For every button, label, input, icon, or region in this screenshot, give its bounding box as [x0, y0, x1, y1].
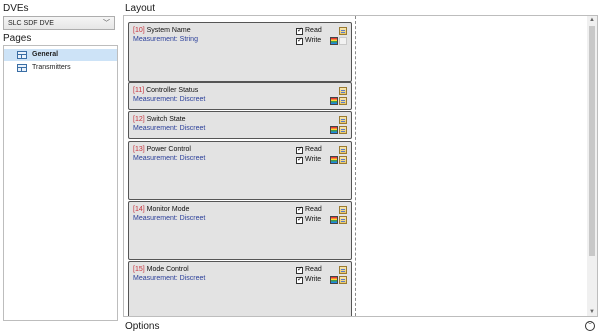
parameter-card[interactable]: [11] Controller Status Measurement: Disc… — [128, 82, 352, 110]
pages-list: General Transmitters — [3, 45, 118, 321]
parameter-id: [14] — [133, 206, 145, 213]
document-icon[interactable] — [339, 276, 347, 284]
document-icon[interactable] — [339, 156, 347, 164]
color-palette-icon[interactable] — [330, 37, 338, 45]
read-checkbox[interactable] — [296, 145, 303, 154]
page-item-label: General — [32, 51, 59, 58]
write-label: Write — [305, 37, 322, 44]
write-checkbox[interactable] — [296, 275, 303, 284]
color-palette-icon[interactable] — [330, 156, 338, 164]
document-icon[interactable] — [339, 116, 347, 124]
chevron-down-icon: ﹀ — [103, 20, 110, 27]
write-checkbox[interactable] — [296, 155, 303, 164]
card-title: [14] Monitor Mode — [133, 206, 189, 213]
scrollbar-thumb[interactable] — [589, 26, 595, 256]
read-checkbox[interactable] — [296, 26, 303, 35]
page-item-transmitters[interactable]: Transmitters — [4, 62, 117, 74]
card-title: [12] Switch State — [133, 116, 186, 123]
parameter-card[interactable]: [14] Monitor Mode Measurement: Discreet … — [128, 201, 352, 260]
document-icon[interactable] — [339, 97, 347, 105]
document-icon[interactable] — [339, 206, 347, 214]
parameter-id: [12] — [133, 116, 145, 123]
card-title: [11] Controller Status — [133, 87, 198, 94]
color-palette-icon[interactable] — [330, 126, 338, 134]
parameter-measurement: Measurement: Discreet — [133, 96, 206, 103]
document-icon[interactable] — [339, 126, 347, 134]
parameter-name: Switch State — [146, 116, 186, 123]
write-label: Write — [305, 276, 322, 283]
page-item-general[interactable]: General — [4, 49, 117, 61]
parameter-name: Monitor Mode — [146, 206, 190, 213]
dve-selector-value: SLC SDF DVE — [8, 20, 54, 27]
card-title: [15] Mode Control — [133, 266, 189, 273]
write-label: Write — [305, 156, 322, 163]
scroll-up-arrow-icon[interactable]: ▲ — [587, 17, 597, 23]
document-icon[interactable] — [339, 87, 347, 95]
parameter-id: [13] — [133, 146, 145, 153]
vertical-scrollbar[interactable]: ▲ ▼ — [587, 16, 597, 316]
parameter-measurement: Measurement: String — [133, 36, 198, 43]
parameter-name: Power Control — [146, 146, 191, 153]
parameter-id: [10] — [133, 27, 145, 34]
read-checkbox[interactable] — [296, 265, 303, 274]
blank-icon — [339, 37, 347, 45]
scroll-down-arrow-icon[interactable]: ▼ — [587, 309, 597, 315]
dve-selector-dropdown[interactable]: SLC SDF DVE ﹀ — [3, 16, 115, 30]
parameter-measurement: Measurement: Discreet — [133, 275, 206, 282]
write-checkbox[interactable] — [296, 215, 303, 224]
page-item-label: Transmitters — [32, 64, 71, 71]
options-bar[interactable]: Options ﹀ — [123, 320, 598, 334]
read-label: Read — [305, 266, 322, 273]
parameter-measurement: Measurement: Discreet — [133, 125, 206, 132]
page-width-divider — [355, 16, 356, 316]
card-title: [13] Power Control — [133, 146, 191, 153]
layout-header: Layout — [125, 3, 156, 14]
write-checkbox[interactable] — [296, 36, 303, 45]
options-label: Options — [125, 321, 160, 332]
parameter-id: [15] — [133, 266, 145, 273]
write-label: Write — [305, 216, 322, 223]
read-label: Read — [305, 146, 322, 153]
parameter-card[interactable]: [12] Switch State Measurement: Discreet — [128, 111, 352, 139]
parameter-card[interactable]: [10] System Name Measurement: String Rea… — [128, 22, 352, 82]
parameter-measurement: Measurement: Discreet — [133, 215, 206, 222]
parameter-card[interactable]: [15] Mode Control Measurement: Discreet … — [128, 261, 352, 316]
document-icon[interactable] — [339, 27, 347, 35]
parameter-name: Controller Status — [146, 87, 199, 94]
read-checkbox[interactable] — [296, 205, 303, 214]
page-table-icon — [17, 64, 27, 72]
color-palette-icon[interactable] — [330, 276, 338, 284]
expand-chevron-icon[interactable]: ﹀ — [585, 321, 595, 331]
page-table-icon — [17, 51, 27, 59]
parameter-name: System Name — [146, 27, 191, 34]
parameter-name: Mode Control — [146, 266, 189, 273]
document-icon[interactable] — [339, 266, 347, 274]
card-title: [10] System Name — [133, 27, 191, 34]
document-icon[interactable] — [339, 146, 347, 154]
color-palette-icon[interactable] — [330, 216, 338, 224]
read-label: Read — [305, 27, 322, 34]
document-icon[interactable] — [339, 216, 347, 224]
color-palette-icon[interactable] — [330, 97, 338, 105]
parameter-id: [11] — [133, 87, 145, 94]
parameter-card[interactable]: [13] Power Control Measurement: Discreet… — [128, 141, 352, 200]
dves-header: DVEs — [3, 3, 29, 14]
parameter-measurement: Measurement: Discreet — [133, 155, 206, 162]
pages-header: Pages — [3, 33, 32, 44]
read-label: Read — [305, 206, 322, 213]
layout-canvas: [10] System Name Measurement: String Rea… — [123, 15, 598, 317]
